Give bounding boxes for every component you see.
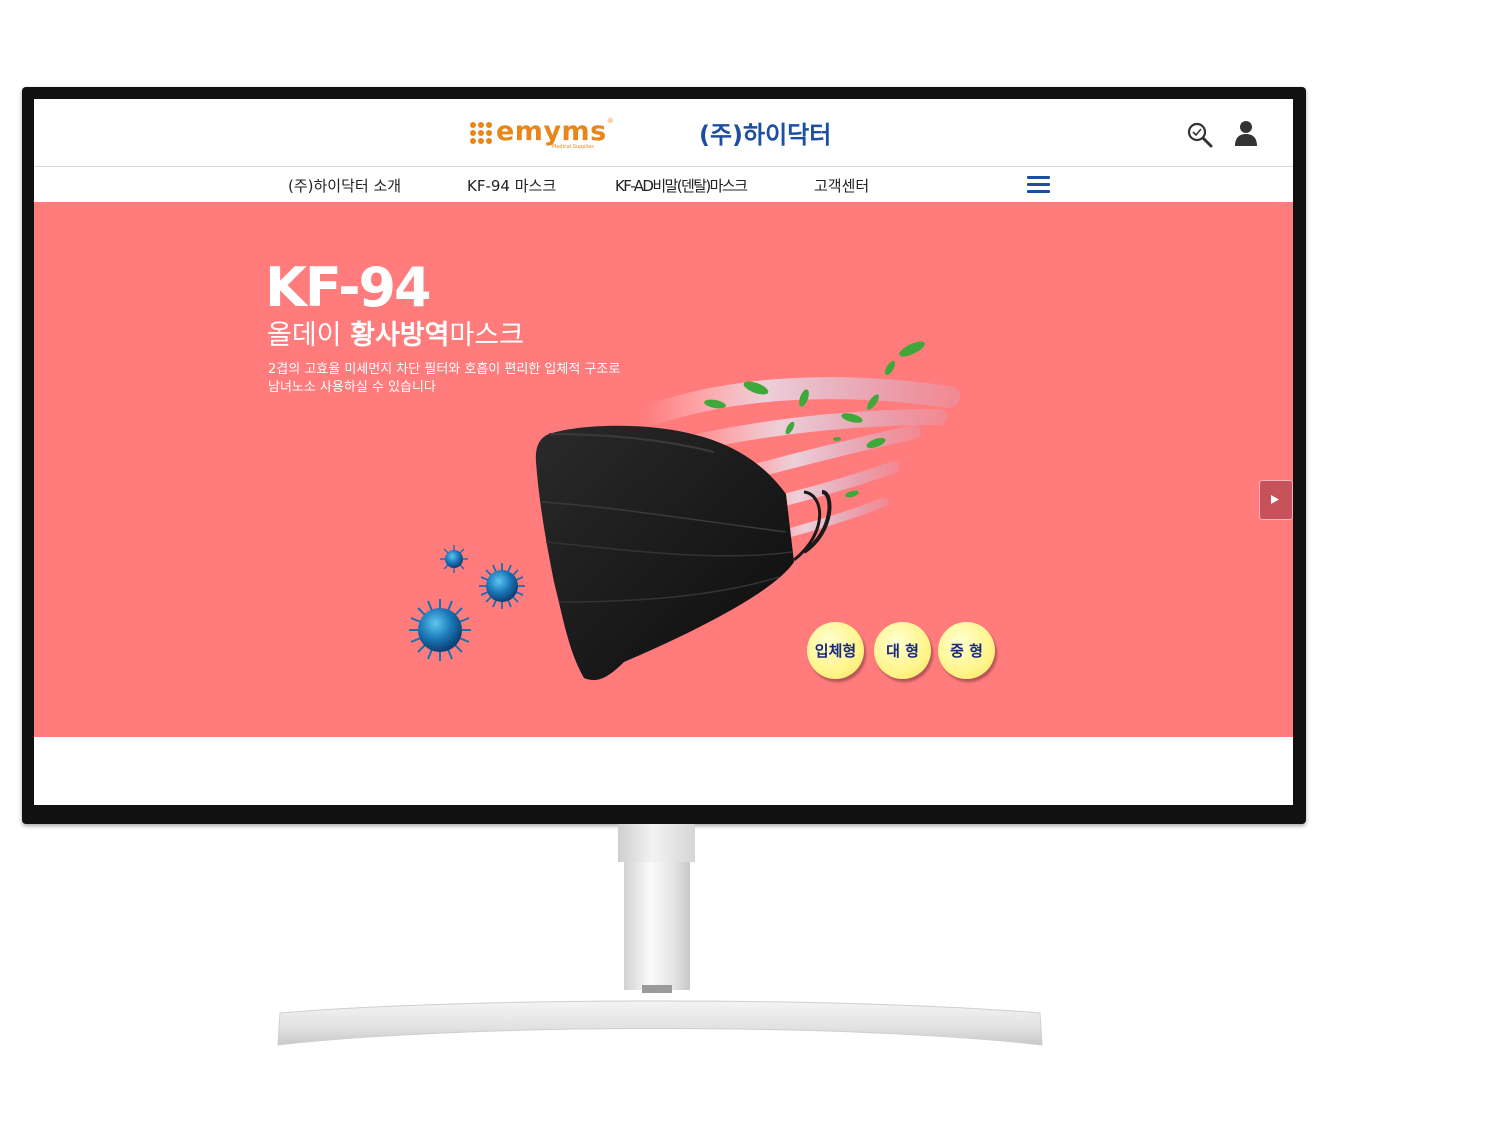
monitor-frame: emyms ® Medical Supplies (주)하이닥터 (주)하이닥터 … (22, 87, 1306, 824)
hero-banner: KF-94 올데이 황사방역마스크 2겹의 고효율 미세먼지 차단 필터와 호흡… (34, 202, 1293, 737)
site-header: emyms ® Medical Supplies (주)하이닥터 (34, 99, 1293, 167)
hamburger-icon[interactable] (1027, 176, 1050, 194)
hero-subtitle: 올데이 황사방역마스크 (267, 319, 524, 353)
badge-large[interactable]: 대 형 (874, 622, 931, 679)
badge-medium[interactable]: 중 형 (938, 622, 995, 679)
nav-item-customer-center[interactable]: 고객센터 (814, 175, 869, 196)
search-icon[interactable] (1186, 121, 1214, 149)
nav-item-kfad-mask[interactable]: KF-AD비말(덴탈)마스크 (615, 175, 748, 196)
hero-description: 2겹의 고효율 미세먼지 차단 필터와 호흡이 편리한 입체적 구조로 남녀노소… (268, 361, 620, 397)
monitor-stand-pole (624, 862, 690, 990)
hero-illustration (409, 341, 960, 681)
hero-desc-line1: 2겹의 고효율 미세먼지 차단 필터와 호흡이 편리한 입체적 구조로 (268, 362, 621, 377)
virus-icons (409, 545, 525, 661)
user-icon[interactable] (1234, 119, 1258, 147)
badge-3d-type[interactable]: 입체형 (807, 622, 864, 679)
nav-item-kf94-mask[interactable]: KF-94 마스크 (467, 175, 556, 196)
monitor-neck (618, 824, 695, 862)
main-nav: (주)하이닥터 소개 KF-94 마스크 KF-AD비말(덴탈)마스크 고객센터 (34, 167, 1293, 201)
nav-item-about[interactable]: (주)하이닥터 소개 (288, 175, 401, 196)
logo-subtext: Medical Supplies (552, 144, 594, 150)
hero-subtitle-part1: 올데이 (267, 320, 351, 351)
browser-screen: emyms ® Medical Supplies (주)하이닥터 (주)하이닥터 … (34, 99, 1293, 805)
company-name[interactable]: (주)하이닥터 (699, 115, 831, 150)
hero-subtitle-bold: 황사방역 (350, 320, 450, 351)
slider-next-button[interactable] (1259, 480, 1293, 520)
hero-desc-line2: 남녀노소 사용하실 수 있습니다 (268, 380, 436, 395)
hero-title: KF-94 (265, 256, 432, 319)
hero-subtitle-part2: 마스크 (449, 320, 525, 351)
logo-text: emyms (496, 116, 607, 147)
site-logo[interactable]: emyms ® Medical Supplies (470, 116, 614, 150)
registered-mark-icon: ® (606, 117, 614, 125)
logo-mark-icon (470, 122, 492, 144)
monitor-stand-base (277, 985, 1043, 1046)
play-arrow-icon (1271, 495, 1279, 504)
